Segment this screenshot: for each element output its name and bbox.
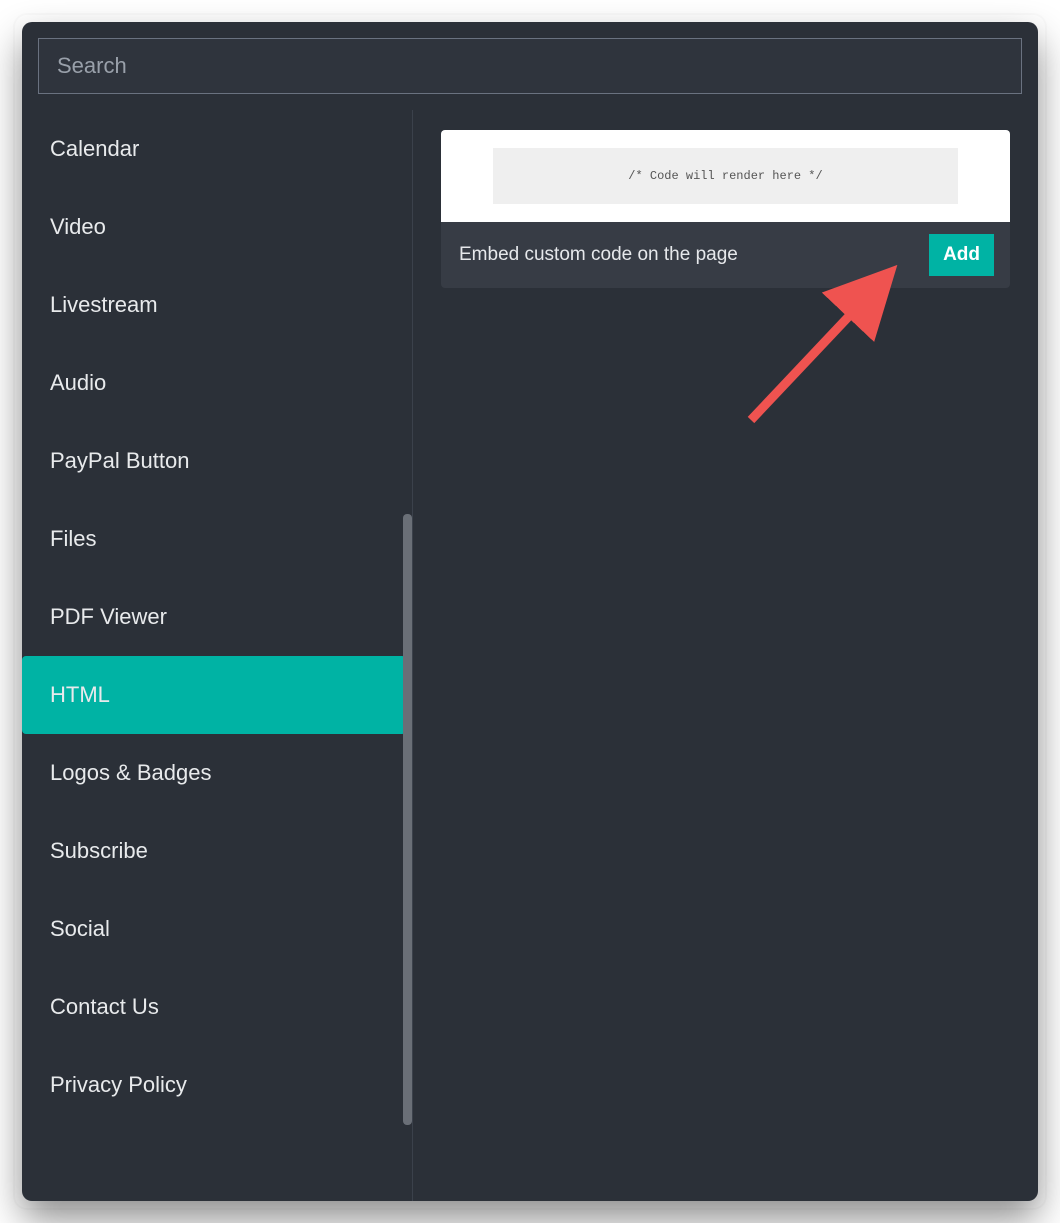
sidebar: Calendar Video Livestream Audio PayPal B… [22, 110, 412, 1201]
sidebar-item-label: Calendar [50, 136, 139, 162]
widget-description: Embed custom code on the page [459, 244, 738, 266]
sidebar-item-pdf-viewer[interactable]: PDF Viewer [22, 578, 412, 656]
sidebar-item-label: Subscribe [50, 838, 148, 864]
sidebar-item-label: Video [50, 214, 106, 240]
sidebar-item-label: Logos & Badges [50, 760, 211, 786]
sidebar-item-label: HTML [50, 682, 110, 708]
sidebar-item-files[interactable]: Files [22, 500, 412, 578]
sidebar-item-privacy-policy[interactable]: Privacy Policy [22, 1046, 412, 1124]
main-pane: /* Code will render here */ Embed custom… [413, 110, 1038, 1201]
widget-preview: /* Code will render here */ [441, 130, 1010, 222]
sidebar-scrollbar[interactable] [403, 110, 412, 1201]
search-input[interactable] [38, 38, 1022, 94]
sidebar-item-contact-us[interactable]: Contact Us [22, 968, 412, 1046]
add-button[interactable]: Add [929, 234, 994, 276]
search-bar [22, 22, 1038, 110]
sidebar-item-label: Audio [50, 370, 106, 396]
widget-card-html: /* Code will render here */ Embed custom… [441, 130, 1010, 288]
sidebar-item-logos-badges[interactable]: Logos & Badges [22, 734, 412, 812]
sidebar-item-livestream[interactable]: Livestream [22, 266, 412, 344]
widget-picker-panel: Calendar Video Livestream Audio PayPal B… [22, 22, 1038, 1201]
sidebar-item-calendar[interactable]: Calendar [22, 110, 412, 188]
sidebar-item-social[interactable]: Social [22, 890, 412, 968]
sidebar-item-video[interactable]: Video [22, 188, 412, 266]
sidebar-item-label: Privacy Policy [50, 1072, 187, 1098]
sidebar-item-audio[interactable]: Audio [22, 344, 412, 422]
sidebar-item-label: Contact Us [50, 994, 159, 1020]
panel-body: Calendar Video Livestream Audio PayPal B… [22, 110, 1038, 1201]
sidebar-item-label: Files [50, 526, 96, 552]
sidebar-item-label: Social [50, 916, 110, 942]
sidebar-item-paypal-button[interactable]: PayPal Button [22, 422, 412, 500]
sidebar-item-label: PDF Viewer [50, 604, 167, 630]
code-placeholder-box: /* Code will render here */ [493, 148, 958, 204]
scrollbar-thumb[interactable] [403, 514, 412, 1125]
widget-footer: Embed custom code on the page Add [441, 222, 1010, 288]
sidebar-list[interactable]: Calendar Video Livestream Audio PayPal B… [22, 110, 412, 1201]
sidebar-item-subscribe[interactable]: Subscribe [22, 812, 412, 890]
sidebar-item-label: Livestream [50, 292, 158, 318]
sidebar-item-label: PayPal Button [50, 448, 189, 474]
sidebar-item-html[interactable]: HTML [22, 656, 406, 734]
code-placeholder-text: /* Code will render here */ [628, 169, 822, 183]
